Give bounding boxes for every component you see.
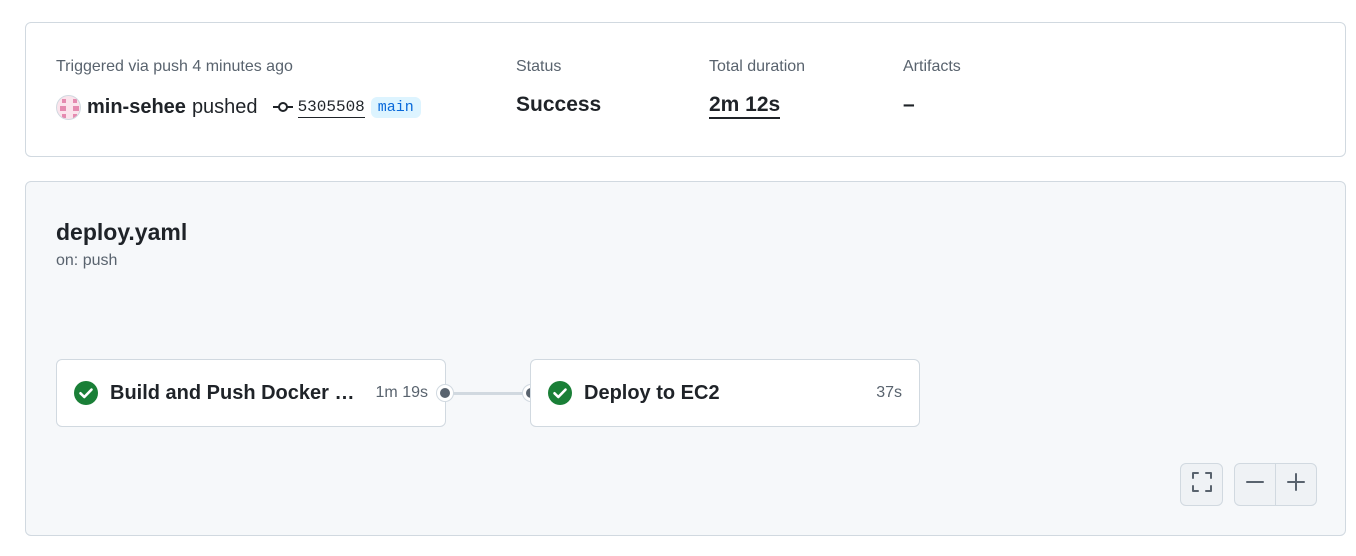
fullscreen-button[interactable] <box>1180 463 1223 506</box>
job-build-and-push[interactable]: Build and Push Docker Image 1m 19s <box>56 359 446 427</box>
workflow-trigger: on: push <box>56 252 118 269</box>
status-value: Success <box>516 93 602 116</box>
trigger-text: Triggered via push 4 minutes ago <box>56 58 293 75</box>
workflow-title: deploy.yaml <box>56 219 188 245</box>
commit-sha-link[interactable]: 5305508 <box>297 97 365 118</box>
status-label: Status <box>516 58 562 75</box>
job-duration: 1m 19s <box>375 384 428 401</box>
fullscreen-icon <box>1191 472 1212 497</box>
trigger-details: min-sehee pushed 5305508 main <box>56 93 421 121</box>
artifacts-value: – <box>903 93 915 116</box>
duration-label: Total duration <box>709 58 806 75</box>
job-name: Deploy to EC2 <box>584 381 720 404</box>
duration-link[interactable]: 2m 12s <box>709 93 781 119</box>
avatar[interactable] <box>56 94 81 120</box>
job-duration: 37s <box>876 384 902 401</box>
job-name: Build and Push Docker Image <box>110 381 355 404</box>
zoom-in-button[interactable] <box>1275 464 1316 505</box>
action-text: pushed <box>191 95 258 118</box>
check-circle-icon <box>548 381 572 405</box>
minus-icon <box>1246 473 1264 496</box>
job-output-dot <box>436 384 454 402</box>
check-circle-icon <box>74 381 98 405</box>
workflow-graph: deploy.yaml on: push Build and Push Dock… <box>25 181 1346 536</box>
zoom-out-button[interactable] <box>1235 464 1275 505</box>
branch-badge[interactable]: main <box>370 96 421 118</box>
git-commit-icon <box>272 101 294 113</box>
actor-link[interactable]: min-sehee <box>87 96 186 119</box>
zoom-controls <box>1234 463 1317 506</box>
job-connector <box>447 392 531 395</box>
run-summary-card: Triggered via push 4 minutes ago min-seh… <box>25 22 1346 157</box>
plus-icon <box>1287 473 1305 496</box>
artifacts-label: Artifacts <box>903 58 961 75</box>
job-deploy-ec2[interactable]: Deploy to EC2 37s <box>530 359 920 427</box>
